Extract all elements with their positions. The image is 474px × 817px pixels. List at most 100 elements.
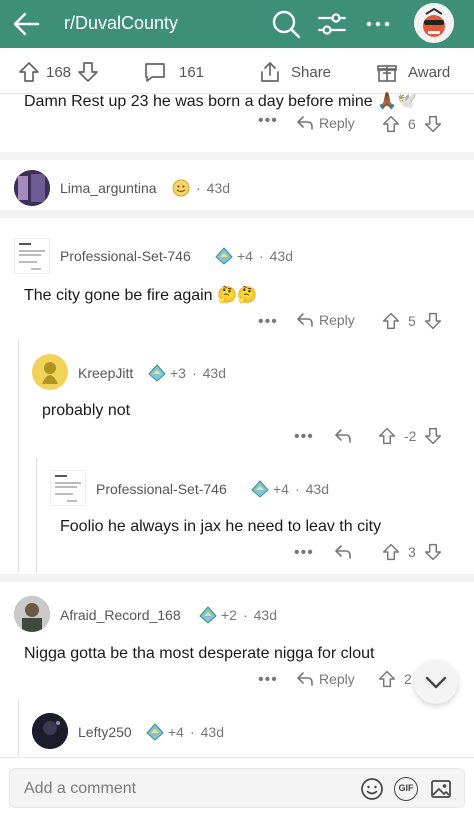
downvote-icon[interactable] [424, 543, 442, 561]
comment-age: 43d [202, 365, 226, 381]
award-icon [251, 480, 269, 498]
downvote-icon[interactable] [424, 427, 442, 445]
more-options-icon[interactable]: ••• [258, 313, 278, 331]
reply-arrow-icon[interactable] [334, 428, 352, 444]
comment-item: KreepJitt +3 · 43d probably not ••• -2 [0, 340, 474, 460]
reply-arrow-icon[interactable] [334, 544, 352, 560]
comment-composer: Add a comment GIF [0, 757, 474, 817]
sort-filter-icon[interactable] [316, 8, 348, 40]
more-options-icon[interactable] [362, 8, 394, 40]
comment-age: 43d [269, 248, 293, 264]
gif-button[interactable]: GIF [394, 777, 418, 801]
upvote-icon[interactable] [382, 543, 400, 561]
reply-arrow-icon [297, 672, 313, 686]
award-count: +2 [221, 607, 237, 623]
comment-count: 161 [179, 63, 205, 81]
comment-item: Afraid_Record_168 +2 · 43d Nigga gotta b… [0, 582, 474, 700]
comment-username[interactable]: Lima_arguntina [60, 180, 157, 196]
user-avatar[interactable] [414, 3, 454, 43]
award-icon [199, 606, 217, 624]
upvote-icon[interactable] [382, 115, 400, 133]
comment-vote-group: 3 [382, 543, 442, 561]
comment-age: 43d [253, 607, 277, 623]
comment-bubble-icon [145, 63, 165, 82]
emoji-icon[interactable] [360, 777, 384, 801]
comment-age: 43d [200, 724, 224, 740]
comment-meta: +4 · 43d [251, 480, 329, 498]
scroll-down-button[interactable] [414, 660, 458, 704]
search-icon[interactable] [270, 8, 302, 40]
post-score: 168 [46, 63, 72, 81]
comment-username[interactable]: Afraid_Record_168 [60, 607, 181, 623]
comment-vote-group: -2 [378, 427, 442, 445]
award-count: +4 [168, 724, 184, 740]
comment-body: Foolio he always in jax he need to leav … [60, 518, 382, 535]
user-avatar[interactable] [14, 238, 50, 274]
comment-input[interactable]: Add a comment GIF [9, 768, 465, 808]
subreddit-title[interactable]: r/DuvalCounty [64, 13, 178, 34]
award-icon [146, 723, 164, 741]
comment-input-placeholder: Add a comment [24, 780, 137, 797]
more-options-icon[interactable]: ••• [258, 112, 278, 130]
comment-username[interactable]: Professional-Set-746 [96, 481, 227, 497]
comment-item: Lima_arguntina · 43d [0, 160, 474, 210]
top-app-bar: r/DuvalCounty [0, 0, 474, 48]
comment-score: 2 [404, 671, 412, 687]
comment-vote-group: 5 [382, 312, 442, 330]
comment-username[interactable]: KreepJitt [78, 365, 133, 381]
award-gift-icon [377, 65, 397, 82]
downvote-icon[interactable] [424, 312, 442, 330]
award-button[interactable]: Award [376, 62, 450, 82]
upvote-icon[interactable] [18, 61, 40, 83]
comment-username[interactable]: Professional-Set-746 [60, 248, 191, 264]
downvote-icon[interactable] [77, 61, 99, 83]
comment-item: Professional-Set-746 +4 · 43d The city g… [0, 218, 474, 338]
user-avatar[interactable] [14, 596, 50, 632]
comment-item: Damn Rest up 23 he was born a day before… [0, 93, 474, 152]
comment-vote-group: 2 [378, 670, 412, 688]
reply-arrow-icon [297, 116, 313, 130]
upvote-icon[interactable] [378, 670, 396, 688]
award-icon [148, 364, 166, 382]
upvote-icon[interactable] [382, 312, 400, 330]
more-options-icon[interactable]: ••• [258, 671, 278, 689]
user-avatar[interactable] [32, 713, 68, 749]
more-options-icon[interactable]: ••• [294, 544, 314, 562]
comment-body: Damn Rest up 23 he was born a day before… [24, 93, 417, 110]
reply-button[interactable]: Reply [296, 671, 355, 687]
comment-item: Professional-Set-746 +4 · 43d Foolio he … [0, 458, 474, 572]
share-button[interactable]: Share [259, 62, 331, 82]
award-count: +4 [237, 248, 253, 264]
comment-score: 3 [408, 544, 416, 560]
downvote-icon[interactable] [424, 115, 442, 133]
comment-meta: · 43d [172, 179, 230, 197]
comment-item: Lefty250 +4 · 43d [0, 700, 474, 757]
back-arrow-icon[interactable] [10, 9, 42, 39]
award-count: +4 [273, 481, 289, 497]
comment-age: 43d [305, 481, 329, 497]
comment-meta: +4 · 43d [215, 247, 293, 265]
reply-button[interactable]: Reply [296, 115, 355, 131]
reply-arrow-icon [297, 313, 313, 327]
post-action-bar: 168 161 Share Award [0, 48, 474, 94]
user-avatar[interactable] [32, 354, 68, 390]
comment-body: probably not [42, 402, 131, 419]
share-icon [261, 62, 279, 82]
award-label: Award [408, 63, 451, 81]
comments-button[interactable]: 161 [143, 62, 204, 82]
comment-body: Nigga gotta be tha most desperate nigga … [24, 645, 375, 662]
reply-button[interactable]: Reply [296, 312, 355, 328]
image-icon[interactable] [429, 777, 453, 801]
comment-separator [0, 574, 474, 582]
comment-emoji: 🙏🏾🕊️ [377, 93, 417, 110]
more-options-icon[interactable]: ••• [294, 428, 314, 446]
comment-emoji: 🤔🤔 [217, 287, 257, 304]
emoji-flair-icon [172, 179, 190, 197]
user-avatar[interactable] [14, 170, 50, 206]
comment-vote-group: 6 [382, 115, 442, 133]
user-avatar[interactable] [50, 470, 86, 506]
comment-username[interactable]: Lefty250 [78, 724, 132, 740]
comment-separator [0, 210, 474, 218]
upvote-icon[interactable] [378, 427, 396, 445]
award-count: +3 [170, 365, 186, 381]
